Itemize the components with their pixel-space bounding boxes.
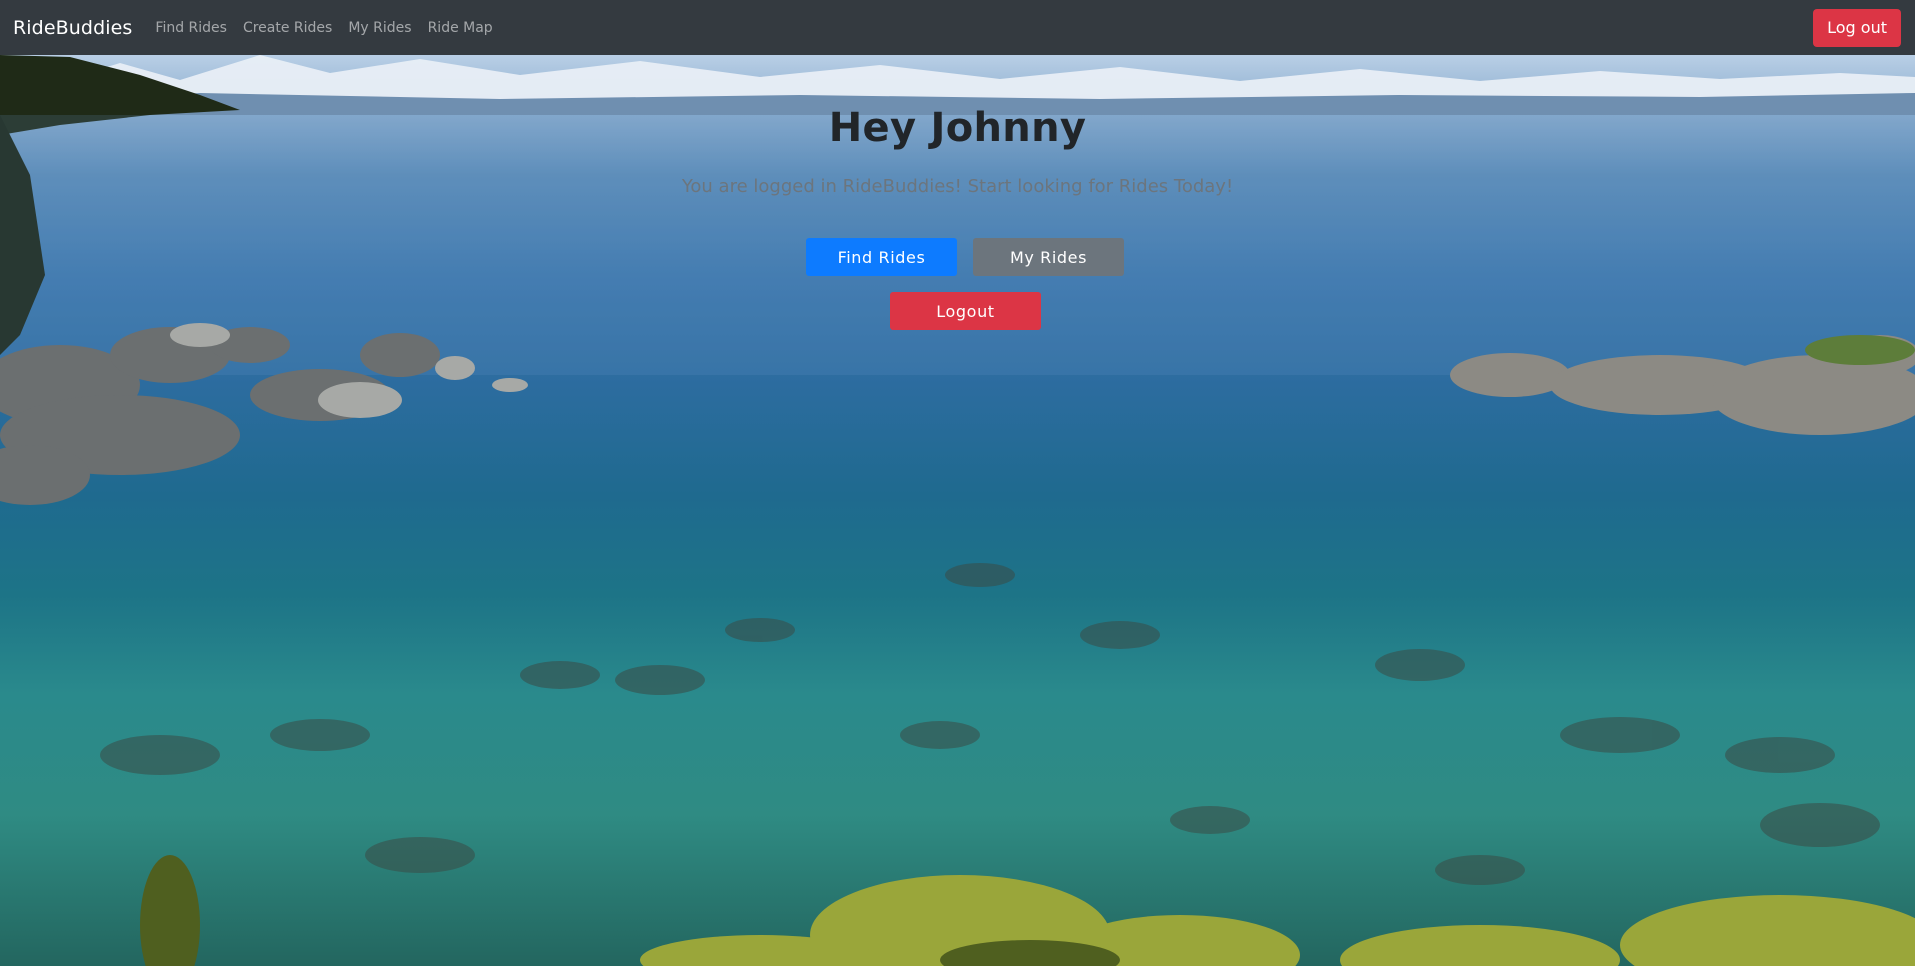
navbar-logout-button[interactable]: Log out [1813, 8, 1901, 47]
top-navbar: RideBuddies Find Rides Create Rides My R… [0, 0, 1915, 55]
nav-link-ride-map[interactable]: Ride Map [428, 20, 493, 36]
nav-link-my-rides[interactable]: My Rides [348, 20, 411, 36]
nav-link-find-rides[interactable]: Find Rides [155, 20, 227, 36]
find-rides-button[interactable]: Find Rides [806, 238, 957, 276]
nav-link-create-rides[interactable]: Create Rides [243, 20, 332, 36]
page-title: Hey Johnny [828, 105, 1087, 151]
welcome-subtitle: You are logged in RideBuddies! Start loo… [681, 176, 1234, 197]
logout-button[interactable]: Logout [890, 292, 1041, 330]
my-rides-button[interactable]: My Rides [973, 238, 1124, 276]
brand-logo[interactable]: RideBuddies [13, 17, 132, 39]
